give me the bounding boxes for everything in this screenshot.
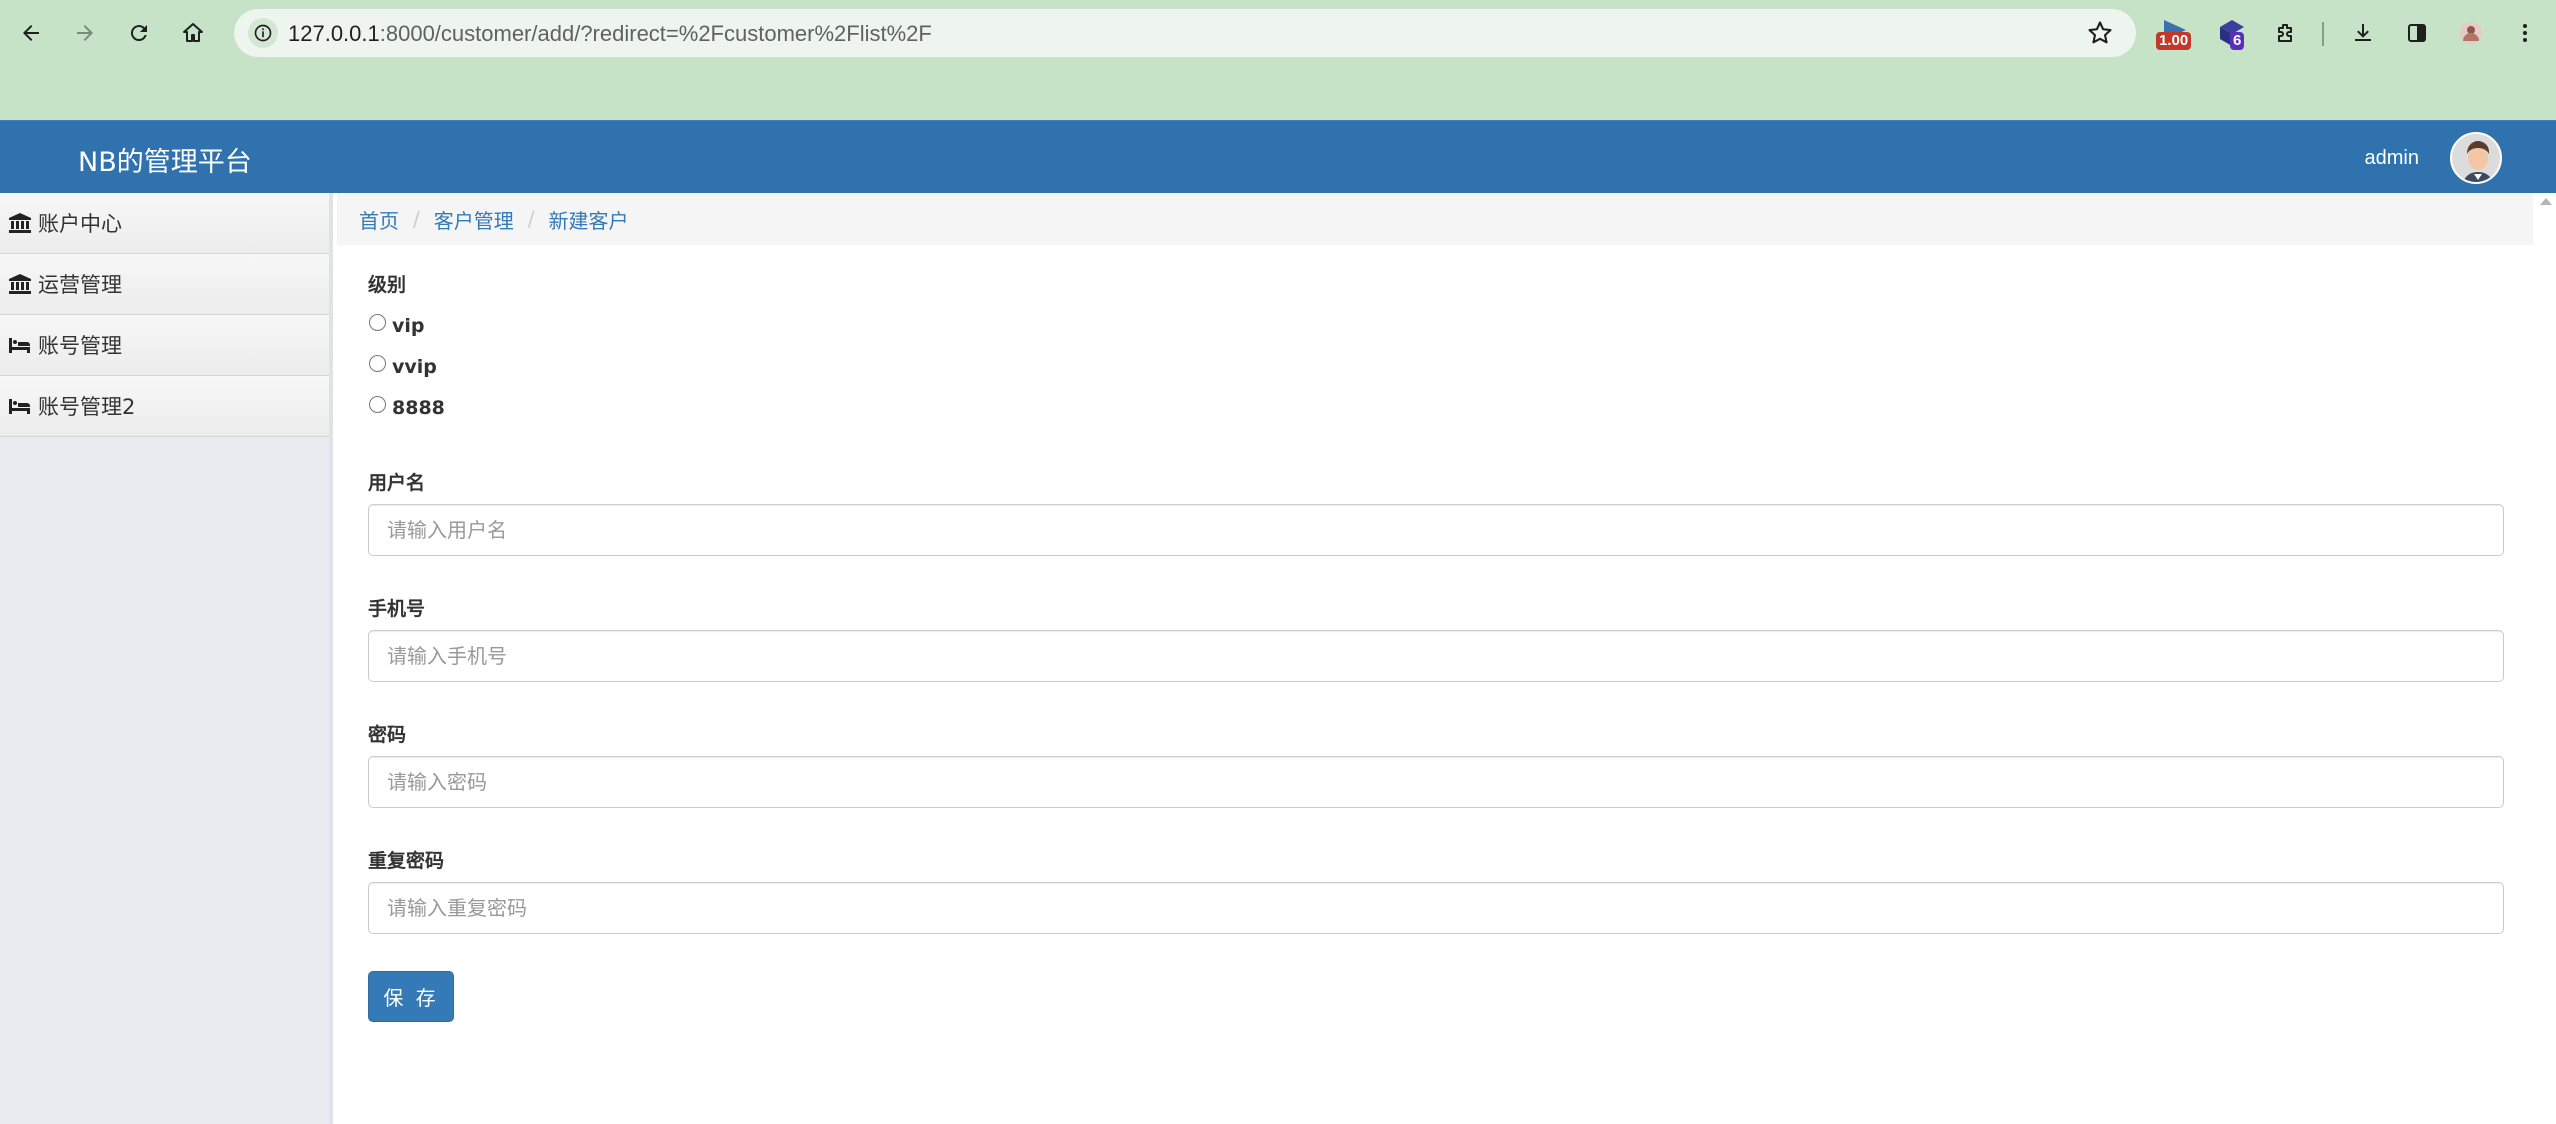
level-label: 级别 — [368, 274, 407, 296]
radio-vvip[interactable] — [369, 355, 386, 372]
sidebar-item-label: 运营管理 — [38, 273, 122, 297]
bank-icon — [9, 213, 31, 233]
sidebar-item-label: 账户中心 — [38, 212, 122, 236]
home-icon[interactable] — [176, 16, 210, 50]
radio-vip[interactable] — [369, 314, 386, 331]
forward-icon[interactable] — [68, 16, 102, 50]
puzzle-icon[interactable] — [2268, 16, 2302, 50]
menu-kebab-icon[interactable] — [2508, 16, 2542, 50]
username-label: 用户名 — [368, 472, 426, 494]
sidebar-item-operations[interactable]: 运营管理 — [0, 254, 329, 315]
breadcrumb-home[interactable]: 首页 — [359, 205, 399, 234]
user-name[interactable]: admin — [2365, 147, 2419, 170]
customer-form: 级别 vip vvip 8888 用户名 手机号 密码 重复密码 保 存 — [368, 270, 2504, 1022]
radio-label: 8888 — [392, 396, 445, 419]
reload-icon[interactable] — [122, 16, 156, 50]
address-bar[interactable]: 127.0.0.1:8000/customer/add/?redirect=%2… — [234, 9, 2136, 57]
bed-icon — [9, 338, 30, 353]
sidebar-item-accounts-2[interactable]: 账号管理2 — [0, 376, 329, 437]
radio-label: vip — [392, 314, 425, 337]
breadcrumb-separator: / — [413, 207, 420, 231]
sidebar-item-accounts[interactable]: 账号管理 — [0, 315, 329, 376]
sidebar-item-account-center[interactable]: 账户中心 — [0, 193, 329, 254]
breadcrumb-customers[interactable]: 客户管理 — [434, 205, 514, 234]
scrollbar-up-arrow-icon[interactable] — [2540, 198, 2552, 205]
level-option-vvip[interactable]: vvip — [368, 346, 2504, 387]
confirm-password-label: 重复密码 — [368, 850, 445, 872]
breadcrumb: 首页 / 客户管理 / 新建客户 — [337, 193, 2533, 245]
confirm-password-input[interactable] — [368, 882, 2504, 934]
level-option-vip[interactable]: vip — [368, 305, 2504, 346]
bank-icon — [9, 274, 31, 294]
profile-icon[interactable] — [2454, 16, 2488, 50]
radio-label: vvip — [392, 355, 437, 378]
bookmark-star-icon[interactable] — [2086, 19, 2114, 47]
side-panel-icon[interactable] — [2400, 16, 2434, 50]
password-label: 密码 — [368, 724, 407, 746]
phone-label: 手机号 — [368, 598, 426, 620]
url-path: :8000/customer/add/?redirect=%2Fcustomer… — [379, 21, 932, 46]
sidebar: 账户中心 运营管理 账号管理 账号管理2 — [0, 193, 333, 1124]
sidebar-item-label: 账号管理 — [38, 334, 122, 358]
level-option-8888[interactable]: 8888 — [368, 387, 2504, 428]
speed-extension-icon[interactable]: 1.00 — [2156, 14, 2196, 54]
extension-cube-icon[interactable]: 6 — [2212, 14, 2252, 54]
save-button[interactable]: 保 存 — [368, 971, 454, 1022]
radio-8888[interactable] — [369, 396, 386, 413]
phone-input[interactable] — [368, 630, 2504, 682]
username-input[interactable] — [368, 504, 2504, 556]
bed-icon — [9, 399, 30, 414]
extension-badge: 6 — [2230, 32, 2245, 50]
breadcrumb-separator: / — [527, 207, 535, 231]
url-host: 127.0.0.1 — [288, 21, 380, 46]
sidebar-item-label: 账号管理2 — [38, 395, 136, 419]
extension-badge: 1.00 — [2156, 32, 2192, 50]
site-info-icon[interactable] — [248, 18, 278, 48]
breadcrumb-new-customer[interactable]: 新建客户 — [549, 205, 629, 234]
avatar[interactable] — [2450, 132, 2502, 184]
password-input[interactable] — [368, 756, 2504, 808]
download-icon[interactable] — [2346, 16, 2380, 50]
browser-chrome: 127.0.0.1:8000/customer/add/?redirect=%2… — [0, 0, 2556, 120]
back-icon[interactable] — [14, 16, 48, 50]
app-header: NB的管理平台 admin — [0, 120, 2556, 193]
brand-title[interactable]: NB的管理平台 — [78, 140, 252, 179]
toolbar-divider — [2322, 22, 2324, 46]
url-text[interactable]: 127.0.0.1:8000/customer/add/?redirect=%2… — [288, 21, 932, 47]
